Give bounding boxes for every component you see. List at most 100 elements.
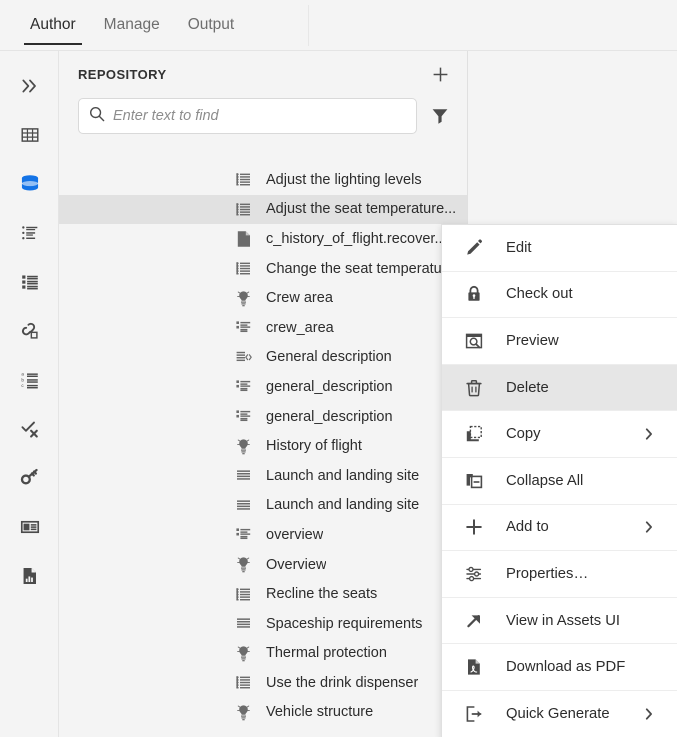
topic-reference-icon	[232, 525, 254, 545]
glossary-icon[interactable]: abc	[0, 355, 59, 404]
expand-icon[interactable]	[0, 61, 59, 110]
search-box[interactable]	[78, 98, 417, 134]
tree-item-label: general_description	[266, 409, 393, 425]
tree-item[interactable]: General description	[59, 343, 467, 373]
export-icon	[463, 703, 485, 725]
tree-item[interactable]: Spaceship requirements	[59, 609, 467, 639]
tree-item[interactable]: general_description	[59, 372, 467, 402]
file-document-icon	[232, 229, 254, 249]
add-button[interactable]	[427, 62, 453, 88]
menu-item-label: Download as PDF	[506, 659, 625, 675]
menu-item-preview[interactable]: Preview	[442, 318, 677, 365]
menu-item-label: Quick Generate	[506, 706, 610, 722]
tab-list: Author Manage Output	[0, 0, 248, 51]
search-input[interactable]	[113, 108, 406, 124]
tree-item[interactable]: overview	[59, 520, 467, 550]
tree-item[interactable]: general_description	[59, 402, 467, 432]
menu-item-view-in-assets-ui[interactable]: View in Assets UI	[442, 598, 677, 645]
tree-item-label: Thermal protection	[266, 645, 387, 661]
menu-item-delete[interactable]: Delete	[442, 365, 677, 412]
tree-item[interactable]: Crew area	[59, 283, 467, 313]
tabbar-divider	[308, 5, 309, 46]
menu-item-label: View in Assets UI	[506, 613, 620, 629]
menu-item-label: Properties…	[506, 566, 588, 582]
tree-item-label: c_history_of_flight.recover....	[266, 231, 451, 247]
svg-text:c: c	[21, 383, 24, 388]
menu-item-copy[interactable]: Copy	[442, 411, 677, 458]
topic-generic-icon	[232, 466, 254, 486]
tree-item[interactable]: Change the seat temperatur..	[59, 254, 467, 284]
review-icon[interactable]	[0, 404, 59, 453]
page-title: REPOSITORY	[78, 67, 427, 82]
chevron-right-icon	[642, 520, 656, 534]
outline-icon[interactable]	[0, 257, 59, 306]
menu-item-edit[interactable]: Edit	[442, 225, 677, 272]
menu-item-quick-generate[interactable]: Quick Generate	[442, 691, 677, 737]
preview-icon	[463, 330, 485, 352]
menu-item-collapse-all[interactable]: Collapse All	[442, 458, 677, 505]
tree-item-label: general_description	[266, 379, 393, 395]
tab-output[interactable]: Output	[174, 0, 249, 50]
tree-item[interactable]: Adjust the seat temperature...	[59, 195, 467, 225]
repository-icon[interactable]	[0, 159, 59, 208]
grid-icon[interactable]	[0, 110, 59, 159]
tree-item[interactable]: Use the drink dispenser	[59, 668, 467, 698]
tree-item[interactable]: crew_area	[59, 313, 467, 343]
media-icon[interactable]	[0, 502, 59, 551]
tree-item[interactable]: Launch and landing site	[59, 461, 467, 491]
reports-icon[interactable]	[0, 551, 59, 600]
tree-item[interactable]: Vehicle structure	[59, 698, 467, 728]
tree-item-label: Crew area	[266, 290, 333, 306]
filter-icon[interactable]	[427, 103, 453, 129]
topic-concept-icon	[232, 643, 254, 663]
menu-item-add-to[interactable]: Add to	[442, 505, 677, 552]
permissions-icon[interactable]	[0, 453, 59, 502]
tree-item[interactable]: Thermal protection	[59, 639, 467, 669]
left-icon-rail: abc	[0, 51, 59, 737]
chevron-right-icon	[642, 427, 656, 441]
tree-item[interactable]: Launch and landing site	[59, 491, 467, 521]
top-tab-bar: Author Manage Output	[0, 0, 677, 51]
search-icon	[89, 106, 105, 127]
external-link-icon	[463, 610, 485, 632]
topic-task-icon	[232, 584, 254, 604]
topic-task-icon	[232, 673, 254, 693]
menu-item-download-as-pdf[interactable]: Download as PDF	[442, 644, 677, 691]
tree-item-label: overview	[266, 527, 323, 543]
tree-item-label: Adjust the seat temperature...	[266, 201, 456, 217]
tab-label: Author	[30, 16, 76, 34]
trash-icon	[463, 377, 485, 399]
topic-reference-icon	[232, 318, 254, 338]
tree-item[interactable]: Recline the seats	[59, 579, 467, 609]
topic-task-icon	[232, 259, 254, 279]
menu-item-label: Edit	[506, 240, 532, 256]
tab-label: Manage	[104, 16, 160, 34]
topic-reference-icon	[232, 407, 254, 427]
tree-item-label: Adjust the lighting levels	[266, 172, 422, 188]
tree-item[interactable]: c_history_of_flight.recover....	[59, 224, 467, 254]
repository-tree: Adjust the lighting levels Adjust the sea…	[59, 165, 467, 737]
svg-text:a: a	[21, 371, 24, 376]
menu-item-label: Check out	[506, 286, 573, 302]
tree-item-label: History of flight	[266, 438, 362, 454]
menu-item-label: Copy	[506, 426, 541, 442]
tree-item[interactable]: Adjust the lighting levels	[59, 165, 467, 195]
topic-generic-icon	[232, 614, 254, 634]
menu-item-check-out[interactable]: Check out	[442, 272, 677, 319]
tree-item-label: Overview	[266, 557, 326, 573]
map-icon[interactable]	[0, 208, 59, 257]
menu-item-properties[interactable]: Properties…	[442, 551, 677, 598]
pencil-icon	[463, 237, 485, 259]
tree-item[interactable]: Overview	[59, 550, 467, 580]
tree-item-label: Vehicle structure	[266, 704, 373, 720]
tree-item-label: crew_area	[266, 320, 334, 336]
topic-task-icon	[232, 170, 254, 190]
tree-item[interactable]: History of flight	[59, 431, 467, 461]
tab-author[interactable]: Author	[16, 0, 90, 50]
links-icon[interactable]	[0, 306, 59, 355]
topic-code-icon	[232, 347, 254, 367]
tab-manage[interactable]: Manage	[90, 0, 174, 50]
menu-item-label: Delete	[506, 380, 549, 396]
topic-task-icon	[232, 199, 254, 219]
chevron-right-icon	[642, 707, 656, 721]
